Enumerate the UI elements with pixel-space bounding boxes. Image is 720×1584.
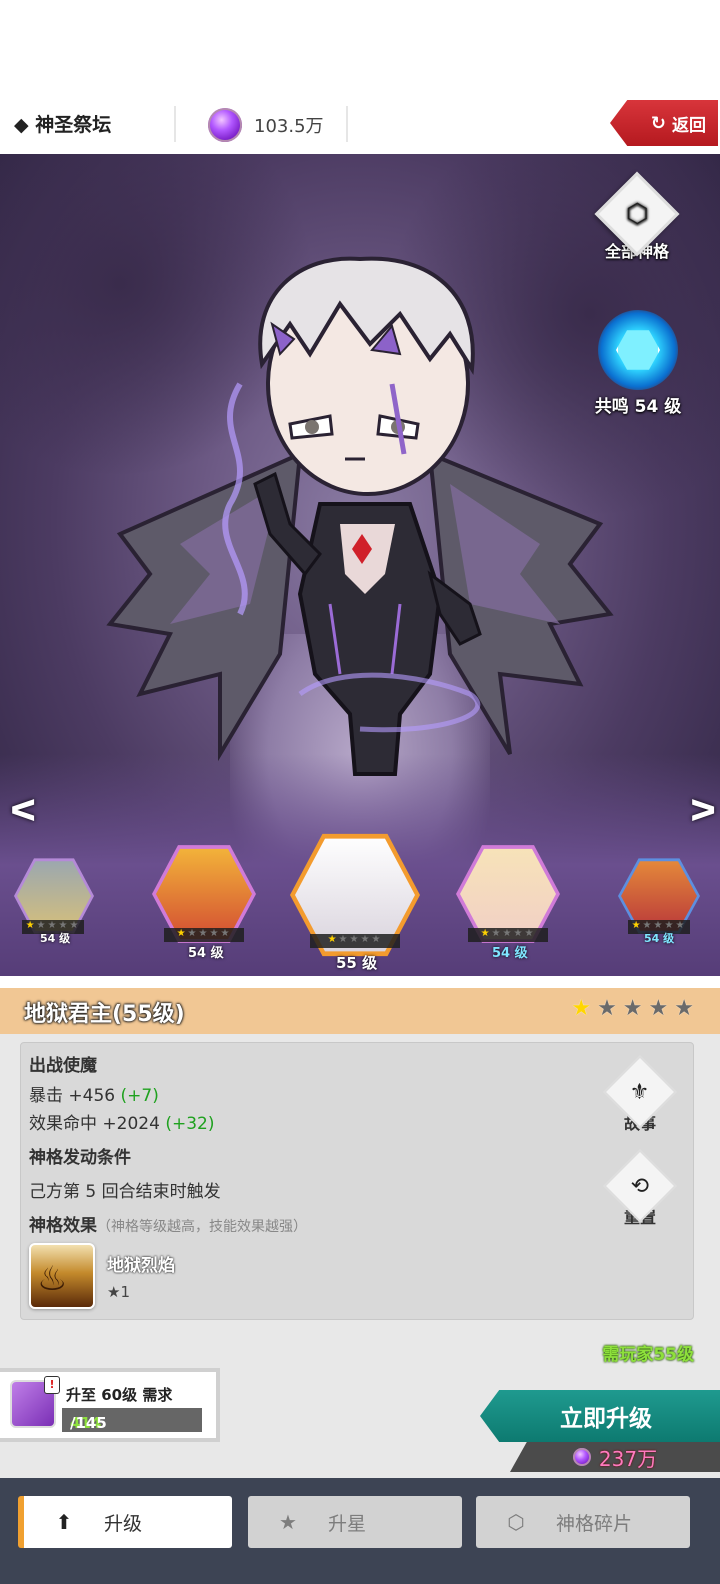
hero-selector: ★★★★★ 54 级 ★★★★★ 54 级 ★★★★★ 55 级 ★★★★★ 5…	[0, 833, 720, 976]
flame-skill-icon[interactable]: ♨	[29, 1243, 95, 1309]
hexagon-icon: ⬡	[507, 1510, 525, 1534]
hero-stars: ★★★★★	[571, 996, 700, 1021]
hero-header: 地狱君主(55级) ★★★★★	[0, 988, 720, 1034]
star-icon: ★	[648, 996, 675, 1021]
requirement-text: 升至 60级 需求	[66, 1386, 173, 1404]
hero-name: 地狱君主(55级)	[24, 1002, 185, 1027]
resonance-crystal-icon	[598, 310, 678, 390]
star-icon: ★	[674, 996, 700, 1021]
reset-button[interactable]: ⟲ 重置	[600, 1149, 680, 1228]
divider	[174, 106, 176, 142]
hex-level: 54 级	[644, 932, 675, 945]
prev-arrow-icon[interactable]: ᐸ	[10, 794, 37, 829]
need-count: /145	[70, 1414, 107, 1432]
hex-level: 54 级	[40, 932, 71, 945]
hex-stars: ★★★★★	[164, 928, 244, 942]
hex-level: 54 级	[188, 946, 224, 961]
purple-orb-icon	[208, 108, 242, 142]
section-title: 神格效果	[29, 1216, 97, 1236]
stat-bonus: (+32)	[165, 1114, 215, 1134]
stat-crit: 暴击 +456 (+7)	[29, 1081, 159, 1106]
stat-bonus: (+7)	[120, 1086, 159, 1106]
trigger-condition: 己方第 5 回合结束时触发	[29, 1182, 221, 1202]
story-button[interactable]: ⚜ 故事	[600, 1055, 680, 1134]
cost-value: 237万	[598, 1446, 658, 1471]
upgrade-now-button[interactable]: 立即升级	[480, 1390, 720, 1442]
alert-icon: !	[44, 1376, 60, 1394]
stat-label: 效果命中 +2024	[29, 1114, 160, 1134]
star-icon: ★	[597, 996, 623, 1021]
star-icon: ★	[622, 996, 649, 1021]
currency-value: 103.5万	[254, 116, 324, 137]
top-bar: ◆ 神圣祭坛 103.5万 ↻ 返回	[0, 96, 720, 154]
hex-level: 54 级	[492, 946, 528, 961]
hex-level: 55 级	[336, 954, 378, 972]
effect-star: ★1	[107, 1283, 130, 1301]
section-hint: （神格等级越高，技能效果越强）	[97, 1219, 307, 1235]
upgrade-requirement: ! 升至 60级 需求 414/145	[0, 1368, 220, 1442]
upgrade-cost: 237万	[510, 1442, 720, 1472]
back-button[interactable]: ↻ 返回	[610, 100, 718, 146]
requirement-progress: 414/145	[62, 1408, 202, 1432]
purple-orb-icon	[572, 1448, 591, 1466]
page-title: ◆ 神圣祭坛	[14, 114, 112, 136]
resonance-button[interactable]: 共鸣 54 级	[586, 310, 690, 417]
section-title-effect: 神格效果（神格等级越高，技能效果越强）	[29, 1211, 307, 1236]
effect-name: 地狱烈焰	[107, 1256, 175, 1276]
stat-label: 暴击 +456	[29, 1086, 116, 1106]
tab-label: 神格碎片	[556, 1512, 633, 1535]
altar-scene: ⬡ 全部神格 共鸣 54 级 ᐸ ᐳ ★★★★★ 54 级 ★★★★★ 54 级…	[0, 154, 720, 976]
hex-stars: ★★★★★	[310, 934, 400, 948]
tab-label: 升星	[328, 1512, 367, 1535]
currency-display: 103.5万	[208, 106, 324, 144]
all-gods-button[interactable]: ⬡ 全部神格	[592, 171, 682, 262]
section-title: 出战使魔	[29, 1056, 97, 1076]
bottom-tab-bar: ⬆ 升级 ★ 升星 ⬡ 神格碎片	[0, 1478, 720, 1584]
next-arrow-icon[interactable]: ᐳ	[690, 794, 717, 829]
tab-upgrade[interactable]: ⬆ 升级	[18, 1496, 232, 1548]
tab-star[interactable]: ★ 升星	[248, 1496, 462, 1548]
tab-fragment[interactable]: ⬡ 神格碎片	[476, 1496, 690, 1548]
section-title: 神格发动条件	[29, 1148, 131, 1168]
star-icon: ★	[279, 1510, 297, 1534]
stat-hit: 效果命中 +2024 (+32)	[29, 1109, 214, 1134]
star-icon: ★	[571, 996, 598, 1021]
back-arrow-icon: ↻	[650, 112, 666, 134]
tab-label: 升级	[104, 1512, 143, 1535]
refresh-icon: ⟲	[603, 1149, 677, 1223]
fragment-icon[interactable]: !	[10, 1376, 60, 1428]
back-label: 返回	[672, 115, 706, 136]
up-arrow-icon: ⬆	[55, 1510, 73, 1534]
fleur-icon: ⚜	[603, 1055, 677, 1129]
resonance-level: 共鸣 54 级	[594, 397, 682, 417]
player-level-requirement: 需玩家55级	[602, 1345, 694, 1365]
info-box: 出战使魔 暴击 +456 (+7) 效果命中 +2024 (+32) 神格发动条…	[20, 1042, 694, 1320]
divider	[346, 106, 348, 142]
hex-stars: ★★★★★	[468, 928, 548, 942]
